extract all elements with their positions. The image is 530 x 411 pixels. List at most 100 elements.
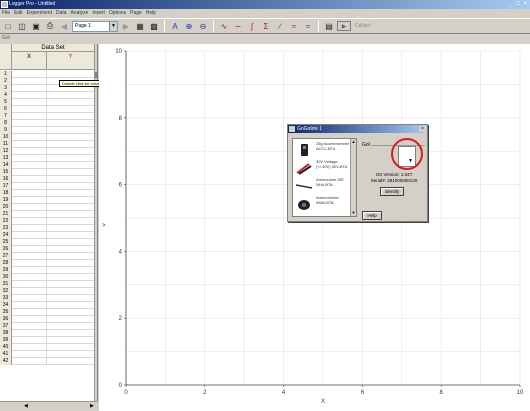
back-page-icon[interactable]: ◀: [58, 20, 70, 32]
cell-y[interactable]: [47, 232, 94, 239]
cell-y[interactable]: [47, 274, 94, 281]
cell-x[interactable]: [12, 141, 47, 148]
cell-x[interactable]: [12, 113, 47, 120]
table-row[interactable]: 7: [0, 113, 94, 120]
cell-x[interactable]: [12, 232, 47, 239]
scrollbar-thumb[interactable]: [95, 72, 97, 78]
cell-x[interactable]: [12, 120, 47, 127]
window-controls[interactable]: _ □ ×: [509, 1, 528, 8]
sensor-list-scrollbar[interactable]: ▲ ▼: [350, 139, 356, 216]
table-row[interactable]: 35: [0, 309, 94, 316]
table-row[interactable]: 27: [0, 253, 94, 260]
cell-y[interactable]: [47, 288, 94, 295]
cell-y[interactable]: [47, 204, 94, 211]
table-row[interactable]: 5: [0, 99, 94, 106]
cell-x[interactable]: [12, 246, 47, 253]
cell-x[interactable]: [12, 302, 47, 309]
cell-y[interactable]: [47, 302, 94, 309]
open-folder-icon[interactable]: ◫: [16, 20, 28, 32]
cell-x[interactable]: [12, 92, 47, 99]
cell-y[interactable]: [47, 351, 94, 358]
cell-y[interactable]: [47, 358, 94, 365]
menu-help[interactable]: Help: [146, 9, 156, 18]
cell-y[interactable]: [47, 260, 94, 267]
table-row[interactable]: 28: [0, 260, 94, 267]
close-icon[interactable]: ×: [419, 126, 426, 132]
table-row[interactable]: 4: [0, 92, 94, 99]
table-row[interactable]: 32: [0, 288, 94, 295]
menu-experiment[interactable]: Experiment: [27, 9, 52, 18]
graph[interactable]: 0 2 4 6 8 10 0 2 4 6 8 10 X >: [99, 44, 530, 411]
cell-y[interactable]: [47, 190, 94, 197]
cell-y[interactable]: [47, 92, 94, 99]
table-row[interactable]: 14: [0, 162, 94, 169]
menu-analyze[interactable]: Analyze: [71, 9, 89, 18]
cell-y[interactable]: [47, 71, 94, 78]
column-header-x[interactable]: X: [12, 52, 47, 70]
examine-icon[interactable]: ∿: [218, 20, 230, 32]
page-select[interactable]: Page 1 ▼: [72, 20, 118, 32]
interface-icon[interactable]: ▤: [323, 20, 335, 32]
print-icon[interactable]: ⎙: [44, 20, 56, 32]
cell-y[interactable]: [47, 106, 94, 113]
cell-x[interactable]: [12, 316, 47, 323]
menu-options[interactable]: Options: [109, 9, 126, 18]
cell-x[interactable]: [12, 71, 47, 78]
cell-x[interactable]: [12, 85, 47, 92]
table-row[interactable]: 8: [0, 120, 94, 127]
table-row[interactable]: 22: [0, 218, 94, 225]
cell-x[interactable]: [12, 218, 47, 225]
help-button[interactable]: Help: [362, 211, 382, 220]
integral-icon[interactable]: ∫: [246, 20, 258, 32]
cell-x[interactable]: [12, 344, 47, 351]
table-row[interactable]: 18: [0, 190, 94, 197]
menu-insert[interactable]: Insert: [92, 9, 105, 18]
calculator-icon[interactable]: ▩: [148, 20, 160, 32]
sensor-item[interactable]: Ammonium ISE NH4-BTA: [295, 177, 350, 195]
table-row[interactable]: 1: [0, 71, 94, 78]
collect-button[interactable]: ▶: [337, 21, 351, 31]
table-row[interactable]: 6: [0, 106, 94, 113]
scroll-down-icon[interactable]: ▼: [351, 210, 356, 216]
cell-x[interactable]: [12, 309, 47, 316]
table-row[interactable]: 37: [0, 323, 94, 330]
cell-x[interactable]: [12, 169, 47, 176]
table-row[interactable]: 11: [0, 141, 94, 148]
cell-y[interactable]: [47, 337, 94, 344]
graph-area[interactable]: 0 2 4 6 8 10 0 2 4 6 8 10 X >: [99, 44, 530, 411]
cell-y[interactable]: [47, 169, 94, 176]
cell-y[interactable]: [47, 253, 94, 260]
cell-x[interactable]: [12, 274, 47, 281]
cell-x[interactable]: [12, 106, 47, 113]
cell-x[interactable]: [12, 260, 47, 267]
cell-x[interactable]: [12, 162, 47, 169]
menu-data[interactable]: Data: [56, 9, 67, 18]
cell-y[interactable]: [47, 120, 94, 127]
cell-y[interactable]: [47, 211, 94, 218]
table-row[interactable]: 16: [0, 176, 94, 183]
table-row[interactable]: 29: [0, 267, 94, 274]
autoscale-icon[interactable]: A: [169, 20, 181, 32]
table-icon[interactable]: ▦: [134, 20, 146, 32]
cell-y[interactable]: [47, 148, 94, 155]
cell-y[interactable]: [47, 134, 94, 141]
table-horizontal-scrollbar[interactable]: ◀ ▶: [0, 401, 98, 411]
cell-y[interactable]: [47, 330, 94, 337]
cell-y[interactable]: [47, 323, 94, 330]
cell-x[interactable]: [12, 253, 47, 260]
table-row[interactable]: 36: [0, 316, 94, 323]
curve-fit-icon[interactable]: ≈: [288, 20, 300, 32]
table-row[interactable]: 12: [0, 148, 94, 155]
table-row[interactable]: 26: [0, 246, 94, 253]
cell-y[interactable]: [47, 127, 94, 134]
sensor-item[interactable]: Anemometer ANM-BTA: [295, 195, 350, 213]
scroll-up-icon[interactable]: ▲: [351, 139, 356, 145]
cell-x[interactable]: [12, 351, 47, 358]
cell-x[interactable]: [12, 358, 47, 365]
table-row[interactable]: 33: [0, 295, 94, 302]
cell-x[interactable]: [12, 330, 47, 337]
sensor-item[interactable]: 30V Voltage (+/-30V) 30V-BTA: [295, 159, 350, 177]
cell-x[interactable]: [12, 337, 47, 344]
scroll-left-icon[interactable]: ◀: [24, 403, 28, 409]
cell-y[interactable]: [47, 183, 94, 190]
